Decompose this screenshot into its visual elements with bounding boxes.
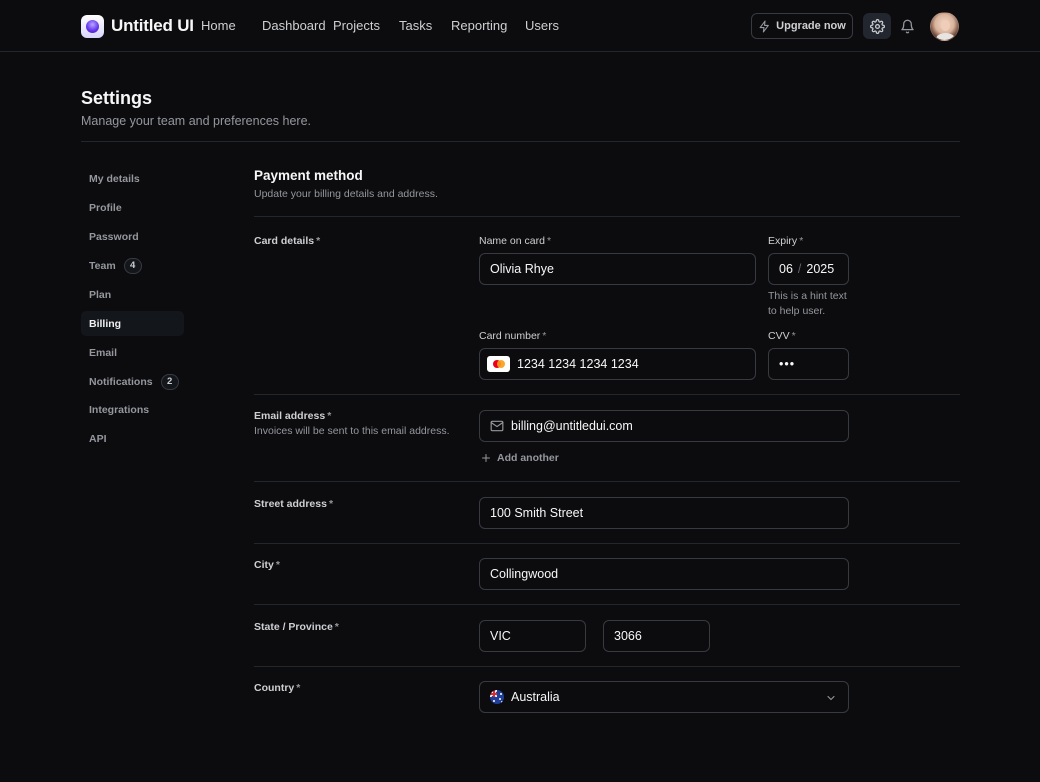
sidebar-item-profile[interactable]: Profile xyxy=(81,195,184,220)
sidebar-item-label: Billing xyxy=(89,317,122,330)
email-address-label: Email address * xyxy=(254,410,332,422)
section-subtitle: Update your billing details and address. xyxy=(254,188,438,200)
chevron-down-icon xyxy=(827,695,835,701)
nav-item-dashboard[interactable]: Dashboard xyxy=(262,18,326,33)
logo-mark-icon xyxy=(81,14,104,38)
lightning-icon xyxy=(759,20,769,32)
city-label: City * xyxy=(254,559,280,571)
sidebar-item-label: Password xyxy=(89,230,139,243)
section-title: Payment method xyxy=(254,168,363,183)
sidebar-item-email[interactable]: Email xyxy=(81,340,184,365)
row-divider xyxy=(254,604,960,605)
gear-icon xyxy=(869,18,885,34)
street-address-label: Street address * xyxy=(254,498,334,510)
state-province-label: State / Province * xyxy=(254,621,339,633)
upgrade-now-label: Upgrade now xyxy=(776,20,846,32)
name-on-card-label: Name on card * xyxy=(479,235,552,247)
state-value: VIC xyxy=(490,629,511,643)
name-on-card-input[interactable]: Olivia Rhye xyxy=(479,253,756,285)
sidebar-item-plan[interactable]: Plan xyxy=(81,282,184,307)
street-address-input[interactable]: 100 Smith Street xyxy=(479,497,849,529)
section-divider xyxy=(254,216,960,217)
bell-icon xyxy=(900,19,914,33)
row-divider xyxy=(254,481,960,482)
city-value: Collingwood xyxy=(490,567,559,581)
row-divider xyxy=(254,543,960,544)
nav-item-tasks[interactable]: Tasks xyxy=(399,18,432,33)
top-nav-bar: Untitled UI Home Dashboard Projects Task… xyxy=(0,0,1040,52)
sidebar-item-label: Email xyxy=(89,346,118,359)
sidebar-item-password[interactable]: Password xyxy=(81,224,184,249)
sidebar-item-api[interactable]: API xyxy=(81,426,184,451)
street-address-value: 100 Smith Street xyxy=(490,506,584,520)
card-details-label: Card details * xyxy=(254,235,321,247)
country-value: Australia xyxy=(511,690,560,704)
cvv-label: CVV * xyxy=(768,330,796,342)
add-another-label: Add another xyxy=(497,452,559,464)
card-number-value: 1234 1234 1234 1234 xyxy=(517,357,639,371)
sidebar-item-my-details[interactable]: My details xyxy=(81,166,184,191)
state-input[interactable]: VIC xyxy=(479,620,586,652)
app-logo[interactable]: Untitled UI xyxy=(81,14,194,38)
expiry-separator: / xyxy=(797,262,802,276)
nav-item-users[interactable]: Users xyxy=(525,18,559,33)
nav-item-reporting[interactable]: Reporting xyxy=(451,18,507,33)
page-title: Settings xyxy=(81,88,153,108)
nav-item-projects[interactable]: Projects xyxy=(333,18,380,33)
mail-icon xyxy=(490,420,504,432)
expiry-month: 06 xyxy=(779,262,793,276)
sidebar-item-notifications[interactable]: Notifications 2 xyxy=(81,369,184,394)
name-on-card-value: Olivia Rhye xyxy=(490,262,554,276)
row-divider xyxy=(254,394,960,395)
mastercard-icon xyxy=(487,356,510,372)
postcode-input[interactable]: 3066 xyxy=(603,620,710,652)
user-avatar[interactable] xyxy=(930,12,959,41)
sidebar-item-label: Plan xyxy=(89,288,112,301)
expiry-year: 2025 xyxy=(806,262,835,276)
postcode-value: 3066 xyxy=(614,629,642,643)
email-input[interactable]: billing@untitledui.com xyxy=(479,410,849,442)
sidebar-item-label: My details xyxy=(89,172,140,185)
sidebar-item-label: Notifications xyxy=(89,375,153,388)
city-input[interactable]: Collingwood xyxy=(479,558,849,590)
email-value: billing@untitledui.com xyxy=(511,419,633,433)
plus-icon xyxy=(482,454,490,462)
country-select[interactable]: Australia xyxy=(479,681,849,713)
upgrade-now-button[interactable]: Upgrade now xyxy=(751,13,853,39)
sidebar-item-label: API xyxy=(89,432,107,445)
sidebar-item-billing[interactable]: Billing xyxy=(81,311,184,336)
cvv-input[interactable]: ••• xyxy=(768,348,849,380)
add-another-email-button[interactable]: Add another xyxy=(480,452,559,464)
nav-item-home[interactable]: Home xyxy=(201,18,236,33)
sidebar-item-label: Integrations xyxy=(89,403,150,416)
team-count-badge: 4 xyxy=(123,257,142,274)
sidebar-item-label: Team xyxy=(89,259,116,272)
notifications-count-badge: 2 xyxy=(160,373,179,390)
cvv-value: ••• xyxy=(779,357,796,371)
notifications-button[interactable] xyxy=(893,13,921,39)
sidebar-item-integrations[interactable]: Integrations xyxy=(81,397,184,422)
expiry-input[interactable]: 06 / 2025 xyxy=(768,253,849,285)
header-divider xyxy=(81,141,960,142)
australia-flag-icon xyxy=(490,690,504,704)
sidebar-item-label: Profile xyxy=(89,201,122,214)
email-address-hint: Invoices will be sent to this email addr… xyxy=(254,425,450,437)
sidebar-item-team[interactable]: Team 4 xyxy=(81,253,184,278)
page-subtitle: Manage your team and preferences here. xyxy=(81,114,311,128)
app-name: Untitled UI xyxy=(111,16,194,35)
card-number-label: Card number * xyxy=(479,330,547,342)
expiry-hint: This is a hint text to help user. xyxy=(768,290,847,317)
country-label: Country * xyxy=(254,682,301,694)
row-divider xyxy=(254,666,960,667)
settings-button[interactable] xyxy=(863,13,891,39)
card-number-input[interactable]: 1234 1234 1234 1234 xyxy=(479,348,756,380)
expiry-label: Expiry * xyxy=(768,235,804,247)
